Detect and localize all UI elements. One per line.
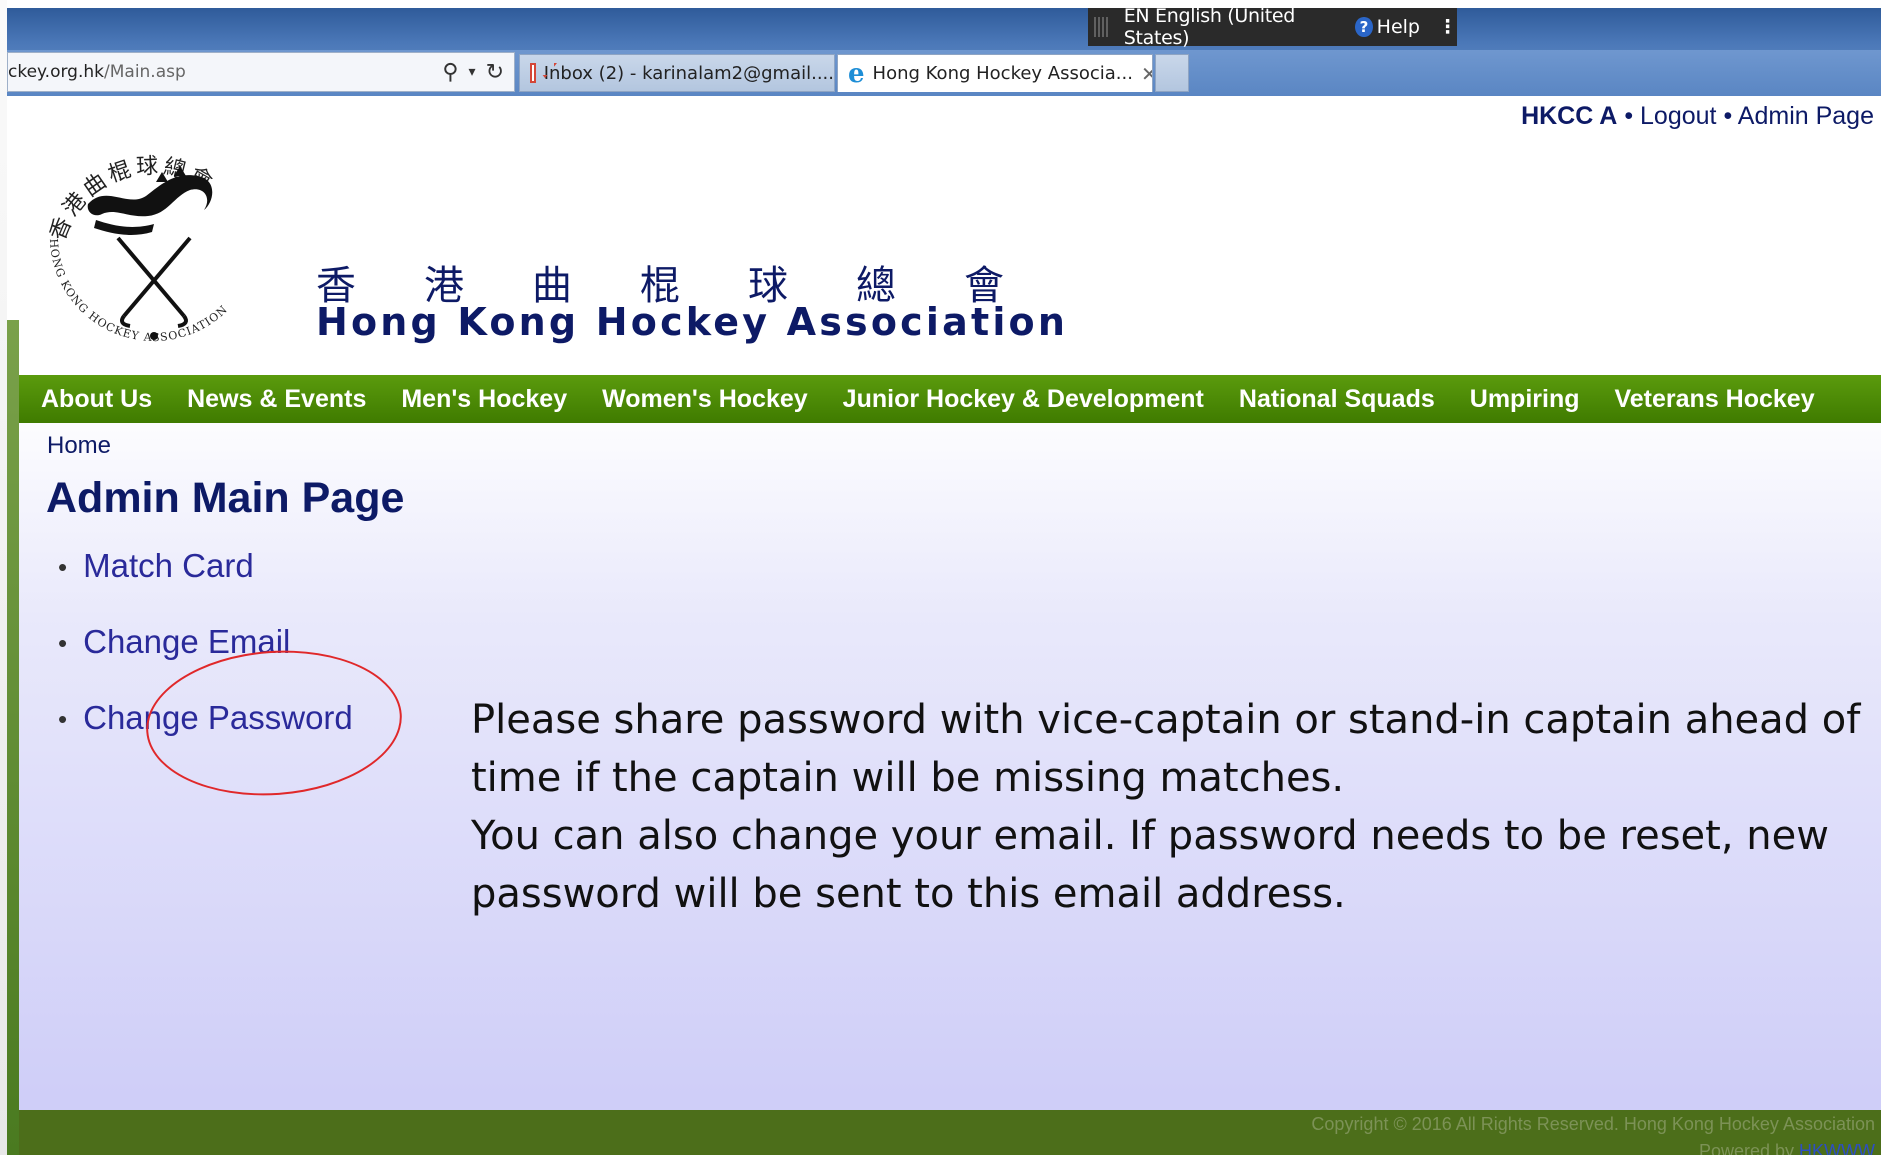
internet-explorer-icon: e [848,58,865,89]
nav-item-news-events[interactable]: News & Events [187,385,366,414]
copyright-text: Copyright © 2016 All Rights Reserved. Ho… [1311,1114,1875,1134]
logo-en-text: HONG KONG HOCKEY ASSOCIATION [47,238,231,344]
url-domain: ckey.org.hk [8,62,104,82]
separator: • [1723,102,1733,130]
org-name-english: Hong Kong Hockey Association [316,300,1069,344]
tab-label: Inbox (2) - karinalam2@gmail.... [543,62,834,84]
logout-link[interactable]: Logout [1640,102,1716,130]
tab-gmail-inbox[interactable]: Inbox (2) - karinalam2@gmail.... [519,54,835,92]
tab-label: Hong Kong Hockey Associa... [872,63,1133,84]
main-nav: About Us News & Events Men's Hockey Wome… [19,375,1881,423]
url-path: /Main.asp [104,62,186,82]
powered-by-link[interactable]: HKWWW [1799,1141,1875,1155]
footer: Copyright © 2016 All Rights Reserved. Ho… [19,1110,1881,1155]
nav-item-about-us[interactable]: About Us [41,385,152,414]
bullet: • [58,628,68,658]
nav-item-veterans-hockey[interactable]: Veterans Hockey [1614,385,1814,414]
page-title: Admin Main Page [46,474,405,522]
window-edge [0,0,7,1155]
help-icon[interactable]: ? [1355,17,1373,37]
tab-hong-kong-hockey[interactable]: e Hong Kong Hockey Associa... ✕ [837,54,1153,92]
nav-item-junior-hockey[interactable]: Junior Hockey & Development [843,385,1204,414]
note-paragraph-1: Please share password with vice-captain … [471,697,1861,801]
bullet: • [58,704,68,734]
page-side-border [7,320,19,1155]
powered-by-label: Powered by [1698,1141,1794,1155]
grip-icon[interactable] [1094,17,1110,37]
search-icon[interactable]: ⚲ [442,60,458,85]
language-bar[interactable]: EN English (United States) ? Help ⋮ [1088,5,1457,49]
crossed-hockey-sticks-icon [116,236,192,328]
refresh-icon[interactable]: ↻ [486,60,504,85]
address-bar[interactable]: ckey.org.hk/Main.asp ⚲ ▾ ↻ [7,52,515,92]
screenshot: EN English (United States) ? Help ⋮ ckey… [0,0,1881,1155]
admin-page-link[interactable]: Admin Page [1738,102,1874,130]
user-links: HKCC A • Logout • Admin Page [1521,102,1874,131]
powered-by: Powered by HKWWW [1699,1141,1875,1155]
language-indicator[interactable]: EN English (United States) [1124,5,1336,49]
close-tab-icon[interactable]: ✕ [1141,62,1152,86]
bullet: • [58,552,68,582]
new-tab-button[interactable] [1155,54,1189,92]
list-item: • Match Card [58,547,353,623]
match-card-link[interactable]: Match Card [83,547,254,585]
address-url[interactable]: ckey.org.hk/Main.asp [8,62,442,82]
note-paragraph-2: You can also change your email. If passw… [471,813,1829,917]
nav-item-umpiring[interactable]: Umpiring [1470,385,1580,414]
nav-item-mens-hockey[interactable]: Men's Hockey [401,385,567,414]
help-label[interactable]: Help [1377,16,1420,38]
separator: • [1624,102,1634,130]
annotation-note: Please share password with vice-captain … [471,691,1861,923]
options-icon[interactable]: ⋮ [1438,16,1457,38]
breadcrumb[interactable]: Home [47,432,111,460]
ball-icon [150,332,158,340]
dropdown-arrow-icon[interactable]: ▾ [469,64,476,80]
hkha-logo[interactable]: 香港曲棍球總會 HONG KONG HOCKEY ASSOCIATION [36,112,272,352]
gmail-icon [530,63,536,83]
user-name: HKCC A [1521,102,1618,130]
nav-item-womens-hockey[interactable]: Women's Hockey [602,385,808,414]
nav-item-national-squads[interactable]: National Squads [1239,385,1435,414]
